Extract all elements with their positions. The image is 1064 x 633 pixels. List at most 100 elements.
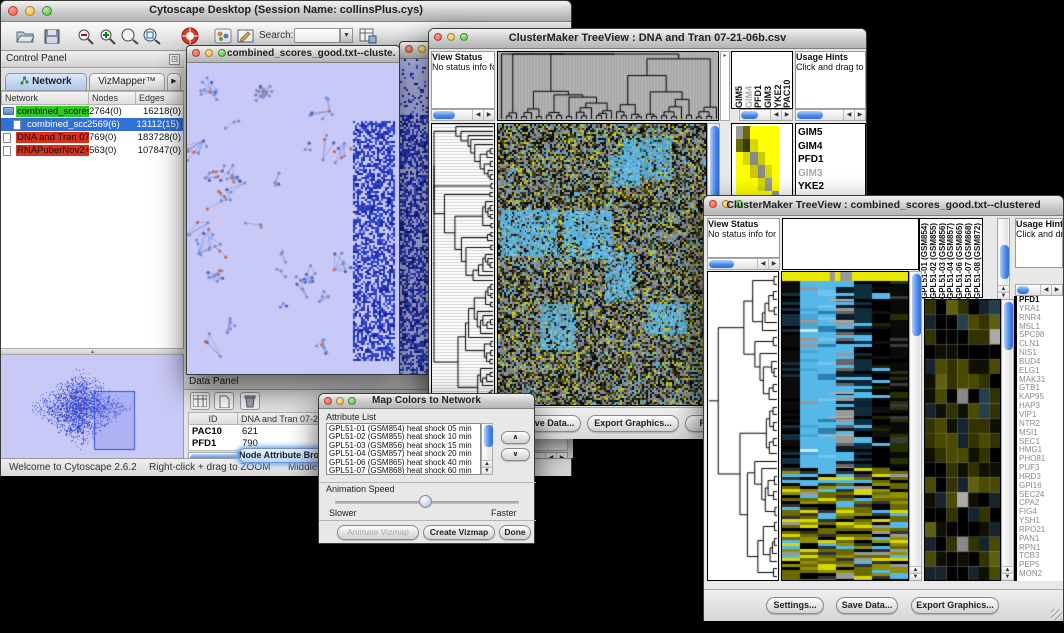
gene-label[interactable]: RPN1: [1019, 544, 1063, 553]
gene-label[interactable]: SEC24: [1019, 491, 1063, 500]
gene-label[interactable]: HRD3: [1019, 473, 1063, 482]
scroll-left-arrow[interactable]: ◀: [770, 110, 781, 120]
gene-label[interactable]: GTB1: [1019, 384, 1063, 393]
gene-label[interactable]: PAN1: [1019, 535, 1063, 544]
gene-label[interactable]: PFD1: [798, 153, 865, 167]
network-list-item[interactable]: RNAPuberNov2+563(0)107847(0): [1, 144, 183, 157]
usage-hints-hscrollbar[interactable]: ◀ ▶: [1015, 284, 1063, 296]
scroll-left-arrow[interactable]: ◀: [843, 110, 854, 120]
gene-label[interactable]: MON2: [1019, 570, 1063, 579]
titlebar[interactable]: Map Colors to Network: [319, 394, 534, 409]
column-tree-strip[interactable]: ▸: [720, 51, 730, 121]
export-graphics-button[interactable]: Export Graphics...: [587, 415, 679, 432]
scroll-left-arrow[interactable]: ◀: [757, 259, 768, 269]
birdseye-view[interactable]: [1, 355, 184, 458]
attribute-list-item[interactable]: GPL51-07 (GSM868) heat shock 60 min: [327, 467, 480, 475]
tab-network[interactable]: Network: [5, 73, 87, 90]
column-label[interactable]: GPL51-04 (GSM857): [946, 221, 955, 299]
column-header-network[interactable]: Network: [1, 91, 89, 105]
matrix-cell[interactable]: [758, 178, 765, 191]
matrix-cell[interactable]: [772, 165, 779, 178]
gene-label[interactable]: GIM3: [798, 167, 865, 181]
scroll-up-arrow[interactable]: ▲: [998, 285, 1009, 292]
column-label[interactable]: GIM5: [734, 54, 744, 108]
column-labels-vscrollbar[interactable]: ▲ ▼: [997, 218, 1010, 300]
scroll-up-arrow[interactable]: ▲: [910, 566, 921, 573]
zoom-actual-icon[interactable]: [119, 25, 141, 47]
search-dropdown-arrow[interactable]: ▼: [340, 28, 353, 43]
close-button[interactable]: [405, 45, 413, 53]
new-attribute-icon[interactable]: [214, 392, 234, 410]
network-list-item[interactable]: combined_scores2764(0)16218(0): [1, 105, 183, 118]
matrix-cell[interactable]: [750, 178, 757, 191]
export-graphics-button[interactable]: Export Graphics...: [911, 597, 999, 614]
matrix-cell[interactable]: [765, 139, 772, 152]
gene-label[interactable]: HMG1: [1019, 446, 1063, 455]
column-label[interactable]: GPL51-02 (GSM855): [929, 221, 938, 299]
matrix-cell[interactable]: [743, 165, 750, 178]
column-label[interactable]: GPL51-07 (GSM868): [964, 221, 973, 299]
matrix-cell[interactable]: [736, 126, 743, 139]
minimize-button[interactable]: [418, 45, 426, 53]
gene-label[interactable]: GPI16: [1019, 482, 1063, 491]
matrix-cell[interactable]: [772, 178, 779, 191]
gene-label[interactable]: TCB3: [1019, 552, 1063, 561]
matrix-cell[interactable]: [772, 139, 779, 152]
matrix-cell[interactable]: [765, 152, 772, 165]
scroll-up-arrow[interactable]: ▲: [482, 460, 492, 467]
column-labels-hscrollbar[interactable]: ◀ ▶: [739, 109, 793, 121]
titlebar[interactable]: ClusterMaker TreeView : DNA and Tran 07-…: [429, 29, 866, 49]
titlebar[interactable]: combined_scores_good.txt--cluste...: [187, 46, 399, 63]
panel-splitter[interactable]: ▴: [1, 348, 184, 355]
matrix-cell[interactable]: [743, 152, 750, 165]
scroll-right-arrow[interactable]: ▶: [854, 110, 865, 120]
titlebar[interactable]: ClusterMaker TreeView : combined_scores_…: [704, 196, 1063, 216]
matrix-cell[interactable]: [765, 178, 772, 191]
matrix-cell[interactable]: [750, 139, 757, 152]
heatmap[interactable]: [497, 123, 707, 406]
gene-label[interactable]: ELG1: [1019, 367, 1063, 376]
speed-slider-thumb[interactable]: [419, 495, 432, 508]
annotation-icon[interactable]: [235, 25, 257, 47]
titlebar[interactable]: Cytoscape Desktop (Session Name: collins…: [1, 1, 571, 22]
vizmapper-icon[interactable]: [212, 25, 234, 47]
column-label[interactable]: GPL51-08 (GSM872): [973, 221, 982, 299]
close-button[interactable]: [192, 49, 200, 57]
matrix-cell[interactable]: [750, 165, 757, 178]
gene-label[interactable]: CPA2: [1019, 499, 1063, 508]
scroll-right-arrow[interactable]: ▶: [1051, 285, 1062, 295]
gene-label[interactable]: BUD4: [1019, 358, 1063, 367]
gene-dendrogram[interactable]: [431, 123, 495, 406]
gene-label[interactable]: VIP1: [1019, 411, 1063, 420]
scroll-down-arrow[interactable]: ▼: [910, 573, 921, 580]
tab-vizmapper[interactable]: VizMapper™: [89, 73, 165, 90]
matrix-cell[interactable]: [758, 139, 765, 152]
view-status-hscrollbar[interactable]: ◀ ▶: [707, 258, 780, 270]
column-label[interactable]: GPL51-06 (GSM865): [955, 221, 964, 299]
column-label[interactable]: PFD1: [753, 54, 763, 108]
column-tree-area[interactable]: [782, 218, 919, 270]
save-icon[interactable]: [41, 25, 63, 47]
animate-vizmap-button[interactable]: Animate Vizmap: [337, 525, 419, 540]
gene-label[interactable]: PFD1: [1019, 296, 1063, 305]
gene-label[interactable]: HAP3: [1019, 402, 1063, 411]
matrix-cell[interactable]: [736, 178, 743, 191]
column-label[interactable]: PAC10: [782, 54, 792, 108]
open-folder-icon[interactable]: [14, 25, 36, 47]
matrix-cell[interactable]: [772, 152, 779, 165]
gene-label[interactable]: RPO21: [1019, 526, 1063, 535]
gene-label[interactable]: GIM4: [798, 140, 865, 154]
scroll-down-arrow[interactable]: ▼: [1002, 573, 1013, 580]
minimize-button[interactable]: [205, 49, 213, 57]
move-up-button[interactable]: ∧: [501, 431, 530, 444]
gene-label[interactable]: KAP95: [1019, 393, 1063, 402]
gene-label[interactable]: MSL1: [1019, 323, 1063, 332]
zoom-out-icon[interactable]: [75, 25, 97, 47]
matrix-cell[interactable]: [772, 126, 779, 139]
gene-label[interactable]: FIG4: [1019, 508, 1063, 517]
save-data-button[interactable]: Save Data...: [836, 597, 898, 614]
column-header-nodes[interactable]: Nodes: [89, 91, 136, 105]
column-header-edges[interactable]: Edges: [136, 91, 184, 105]
usage-hints-hscrollbar[interactable]: ◀ ▶: [795, 109, 866, 121]
zoom-in-icon[interactable]: [97, 25, 119, 47]
